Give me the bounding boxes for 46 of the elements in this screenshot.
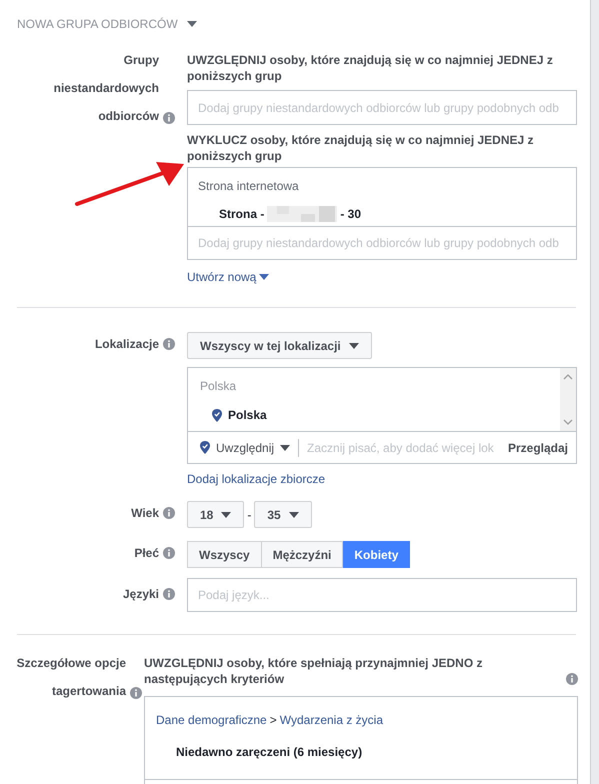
redacted-block bbox=[267, 206, 338, 222]
field-label: Szczegółowe opcje tagertowania bbox=[16, 655, 126, 700]
info-icon bbox=[566, 673, 578, 685]
gender-option[interactable]: Kobiety bbox=[343, 541, 410, 568]
caret-icon bbox=[348, 342, 359, 348]
breadcrumb-link[interactable]: Dane demograficzne bbox=[156, 711, 267, 729]
caret-icon bbox=[280, 444, 290, 450]
scrollbar bbox=[560, 368, 576, 431]
field-label: Lokalizacje bbox=[94, 336, 159, 353]
info-icon bbox=[163, 507, 175, 519]
section-title: NOWA GRUPA ODBIORCÓW bbox=[17, 16, 178, 33]
info-icon bbox=[163, 547, 175, 559]
audience-suffix: - 30 bbox=[340, 206, 362, 223]
range-separator: - bbox=[247, 506, 252, 524]
targeting-mode-dropdown[interactable]: Wszyscy w tej lokalizacji bbox=[187, 332, 372, 359]
info-icon bbox=[130, 687, 142, 699]
info-icon bbox=[163, 338, 175, 350]
gender-option[interactable]: Wszyscy bbox=[187, 541, 262, 568]
criteria-item: Niedawno zaręczeni (6 miesięcy) bbox=[176, 744, 364, 761]
location-name: Polska bbox=[228, 407, 267, 424]
gender-option[interactable]: Mężczyźni bbox=[262, 541, 344, 568]
include-description: UWZGLĘDNIJ osoby, które spełniają przynajmniej JEDNO z następujących kryteriów bbox=[144, 655, 484, 687]
location-pin-icon bbox=[212, 408, 222, 422]
create-new-link[interactable]: Utwórz nową bbox=[187, 268, 270, 286]
caret-icon bbox=[288, 512, 299, 518]
age-dropdown[interactable]: 35 bbox=[254, 501, 312, 528]
caret-icon bbox=[221, 512, 232, 518]
breadcrumb-separator: > bbox=[270, 712, 277, 729]
info-icon bbox=[163, 588, 175, 600]
age-dropdown[interactable]: 18 bbox=[187, 501, 244, 528]
field-label: Grupy niestandardowych odbiorców bbox=[52, 52, 159, 125]
field-label: Języki bbox=[122, 586, 159, 603]
field-label: Płeć bbox=[134, 545, 159, 562]
browse-button[interactable]: Przeglądaj bbox=[508, 438, 568, 456]
caret-icon bbox=[259, 274, 270, 280]
include-dropdown[interactable]: Uwzględnij bbox=[200, 438, 290, 456]
audience-name: Strona - bbox=[219, 206, 264, 223]
breadcrumb-link[interactable]: Wydarzenia z życia bbox=[280, 711, 384, 729]
field-label: Wiek bbox=[131, 505, 159, 522]
bulk-locations-link[interactable]: Dodaj lokalizacje zbiorcze bbox=[187, 470, 326, 488]
group-label: Polska bbox=[200, 378, 238, 395]
info-icon bbox=[163, 112, 175, 124]
include-description: UWZGLĘDNIJ osoby, które znajdują się w co najmniej JEDNEJ z poniższych grup bbox=[187, 52, 554, 84]
category-label: Strona internetowa bbox=[198, 178, 300, 195]
location-pin-icon bbox=[200, 441, 210, 454]
exclude-description: WYKLUCZ osoby, które znajdują się w co najmniej JEDNEJ z poniższych grup bbox=[187, 132, 535, 164]
